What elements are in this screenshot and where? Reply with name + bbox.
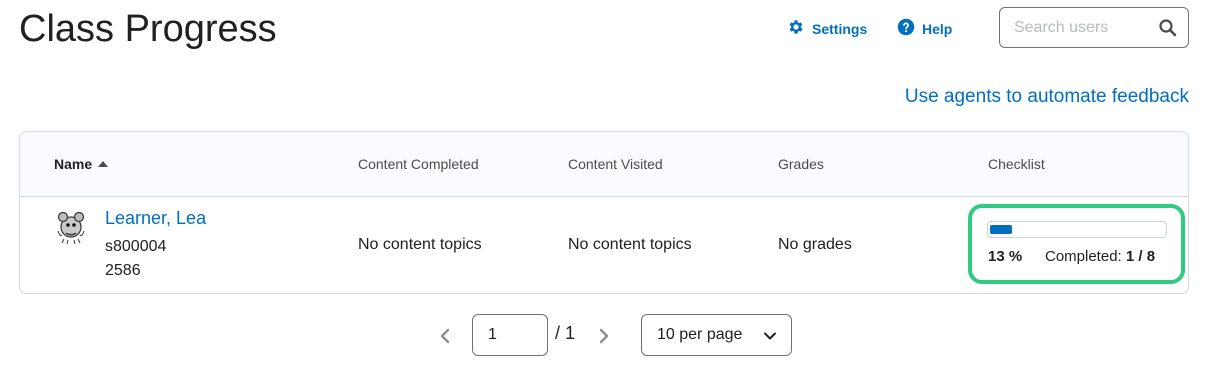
column-header-content-visited: Content Visited <box>568 156 663 172</box>
column-header-checklist: Checklist <box>988 156 1045 172</box>
help-icon <box>897 18 915 39</box>
checklist-progress-fill <box>990 225 1012 234</box>
search-icon[interactable] <box>1158 18 1178 38</box>
column-name-label: Name <box>54 156 93 172</box>
user-avatar <box>50 207 90 247</box>
help-link[interactable]: Help <box>897 18 952 39</box>
checklist-progress-bar[interactable] <box>987 221 1167 238</box>
checklist-completed-label: Completed: <box>1045 248 1122 265</box>
page-total: / 1 <box>555 323 576 343</box>
page-title: Class Progress <box>19 8 277 50</box>
settings-link[interactable]: Settings <box>787 18 867 39</box>
content-completed-cell: No content topics <box>358 236 482 253</box>
column-header-name[interactable]: Name <box>54 156 109 172</box>
grades-cell: No grades <box>778 236 852 253</box>
org-defined-id: 2586 <box>105 262 141 279</box>
user-name-link[interactable]: Learner, Lea <box>105 208 206 229</box>
content-visited-cell: No content topics <box>568 236 692 253</box>
checklist-percent: 13 % <box>988 248 1023 265</box>
help-label: Help <box>922 20 953 37</box>
chevron-right-icon[interactable] <box>595 324 613 348</box>
column-header-content-completed: Content Completed <box>358 156 479 172</box>
sort-ascending-icon <box>98 161 109 167</box>
per-page-select[interactable]: 10 per page <box>641 314 792 356</box>
user-id: s800004 <box>105 238 167 255</box>
column-header-grades: Grades <box>778 156 824 172</box>
search-box <box>999 7 1189 48</box>
gear-icon <box>787 18 805 39</box>
per-page-value: 10 per page <box>657 326 743 343</box>
search-input[interactable] <box>1014 18 1144 38</box>
checklist-completed: Completed: 1 / 8 <box>1045 248 1155 265</box>
checklist-completed-value: 1 / 8 <box>1125 248 1156 265</box>
use-agents-link[interactable]: Use agents to automate feedback <box>905 86 1189 108</box>
settings-label: Settings <box>812 20 868 37</box>
page-number-input[interactable] <box>472 314 548 356</box>
checklist-highlight <box>968 204 1185 284</box>
table-header: Name Content Completed Content Visited G… <box>20 132 1188 197</box>
chevron-left-icon[interactable] <box>436 324 454 348</box>
